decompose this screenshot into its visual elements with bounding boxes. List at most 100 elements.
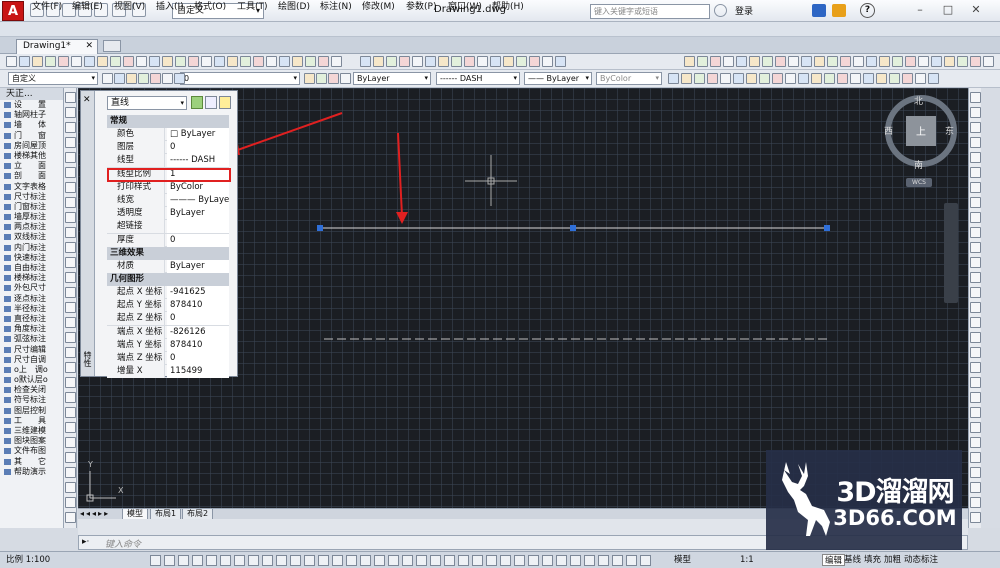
palette-item[interactable]: 墙 体: [0, 120, 63, 130]
status-scale-left[interactable]: 比例 1:100: [4, 554, 52, 566]
property-row[interactable]: 图层 0: [107, 141, 229, 155]
new-tab-button[interactable]: [103, 40, 121, 52]
draw-tool-icon[interactable]: [65, 512, 76, 523]
modify-tool-icon[interactable]: [970, 302, 981, 313]
draw-tool-icon[interactable]: [65, 287, 76, 298]
palette-item[interactable]: 文字表格: [0, 182, 63, 192]
wcs-menu[interactable]: WCS: [906, 178, 932, 187]
palette-item[interactable]: 设 置: [0, 100, 63, 110]
status-toggle-icon[interactable]: [192, 555, 203, 566]
status-toggle-icon[interactable]: [150, 555, 161, 566]
toolbar-tool-icon[interactable]: [201, 56, 212, 67]
tab-nav-arrows[interactable]: ◂◂◂▸▸: [80, 509, 110, 518]
property-row[interactable]: 端点 Y 坐标 878410: [107, 338, 229, 352]
toolbar-tool-icon[interactable]: [892, 56, 903, 67]
palette-item[interactable]: 自由标注: [0, 263, 63, 273]
property-value[interactable]: ——— ByLayer: [167, 194, 229, 207]
layer-tool-icon[interactable]: [837, 73, 848, 84]
toolbar-tool-icon[interactable]: [373, 56, 384, 67]
draw-tool-icon[interactable]: [65, 467, 76, 478]
property-row[interactable]: 增量 X 115499: [107, 365, 229, 379]
viewcube-top-label[interactable]: 上: [916, 123, 926, 138]
viewcube-north[interactable]: 北: [914, 94, 923, 107]
property-value[interactable]: 0: [167, 352, 229, 365]
modify-tool-icon[interactable]: [970, 377, 981, 388]
toolbar-tool-icon[interactable]: [188, 56, 199, 67]
modify-tool-icon[interactable]: [970, 257, 981, 268]
toolbar-tool-icon[interactable]: [6, 56, 17, 67]
exchange-icon[interactable]: [812, 4, 826, 17]
palette-item[interactable]: 墙厚标注: [0, 212, 63, 222]
draw-tool-icon[interactable]: [65, 212, 76, 223]
modify-tool-icon[interactable]: [970, 452, 981, 463]
property-row[interactable]: 线宽 ——— ByLayer: [107, 194, 229, 208]
palette-item[interactable]: 立 面: [0, 161, 63, 171]
navigation-bar[interactable]: [944, 203, 958, 303]
layer-tool-icon[interactable]: [811, 73, 822, 84]
close-tab-icon[interactable]: ✕: [85, 40, 93, 53]
tab-drawing1[interactable]: Drawing1* ✕: [16, 39, 98, 54]
modify-tool-icon[interactable]: [970, 332, 981, 343]
close-button[interactable]: ✕: [966, 2, 986, 18]
draw-tool-icon[interactable]: [65, 272, 76, 283]
status-scale[interactable]: 1:1: [738, 554, 756, 566]
layer-tool-icon[interactable]: [707, 73, 718, 84]
draw-tool-icon[interactable]: [65, 482, 76, 493]
palette-item[interactable]: 弧弦标注: [0, 334, 63, 344]
status-toggle-icon[interactable]: [388, 555, 399, 566]
draw-tool-icon[interactable]: [65, 347, 76, 358]
status-baseline[interactable]: 基线: [842, 554, 863, 566]
status-toggle-icon[interactable]: [486, 555, 497, 566]
toolbar-tool-icon[interactable]: [360, 56, 371, 67]
toolbar-tool-icon[interactable]: [749, 56, 760, 67]
palette-item[interactable]: 楼梯标注: [0, 273, 63, 283]
toolbar-tool-icon[interactable]: [477, 56, 488, 67]
modify-tool-icon[interactable]: [970, 437, 981, 448]
toolbar-tool-icon[interactable]: [801, 56, 812, 67]
modify-tool-icon[interactable]: [970, 92, 981, 103]
modify-tool-icon[interactable]: [970, 512, 981, 523]
draw-tool-icon[interactable]: [65, 152, 76, 163]
layer-tool-icon[interactable]: [798, 73, 809, 84]
modify-tool-icon[interactable]: [970, 212, 981, 223]
status-toggle-icon[interactable]: [640, 555, 651, 566]
palette-item[interactable]: 三维建模: [0, 426, 63, 436]
menu-view[interactable]: 视图(V): [114, 1, 145, 13]
toolbar-tool-icon[interactable]: [97, 56, 108, 67]
palette-item[interactable]: 房间屋顶: [0, 141, 63, 151]
status-toggle-icon[interactable]: [514, 555, 525, 566]
property-value[interactable]: □ ByLayer: [167, 128, 229, 141]
layer-tool-icon[interactable]: [694, 73, 705, 84]
status-toggle-icon[interactable]: [234, 555, 245, 566]
palette-item[interactable]: 帮助演示: [0, 467, 63, 477]
property-value[interactable]: 0: [167, 312, 229, 326]
palette-item[interactable]: 工 具: [0, 416, 63, 426]
palette-item[interactable]: 尺寸编辑: [0, 345, 63, 355]
layer-tool-icon[interactable]: [746, 73, 757, 84]
modify-tool-icon[interactable]: [970, 152, 981, 163]
toolbar-tool-icon[interactable]: [931, 56, 942, 67]
modify-tool-icon[interactable]: [970, 242, 981, 253]
layer-tool-icon[interactable]: [668, 73, 679, 84]
status-toggle-icon[interactable]: [304, 555, 315, 566]
toolbar-tool-icon[interactable]: [253, 56, 264, 67]
toolbar-tool-icon[interactable]: [412, 56, 423, 67]
draw-tool-icon[interactable]: [65, 257, 76, 268]
toolbar-tool-icon[interactable]: [503, 56, 514, 67]
toolbar-tool-icon[interactable]: [279, 56, 290, 67]
toolbar-tool-icon[interactable]: [736, 56, 747, 67]
property-value[interactable]: 115499: [167, 365, 229, 379]
property-row[interactable]: 起点 Y 坐标 878410: [107, 299, 229, 313]
status-bold[interactable]: 加粗: [882, 554, 903, 566]
modify-tool-icon[interactable]: [970, 107, 981, 118]
status-toggle-icon[interactable]: [290, 555, 301, 566]
app-logo-button[interactable]: A: [2, 1, 24, 21]
modify-tool-icon[interactable]: [970, 167, 981, 178]
status-model[interactable]: 模型: [672, 554, 693, 566]
status-toggle-icon[interactable]: [178, 555, 189, 566]
toolbar-tool-icon[interactable]: [32, 56, 43, 67]
palette-item[interactable]: 检查关闭: [0, 385, 63, 395]
command-input[interactable]: 键入命令: [105, 537, 141, 550]
toolbar-tool-icon[interactable]: [425, 56, 436, 67]
layer-tool-icon[interactable]: [150, 73, 161, 84]
